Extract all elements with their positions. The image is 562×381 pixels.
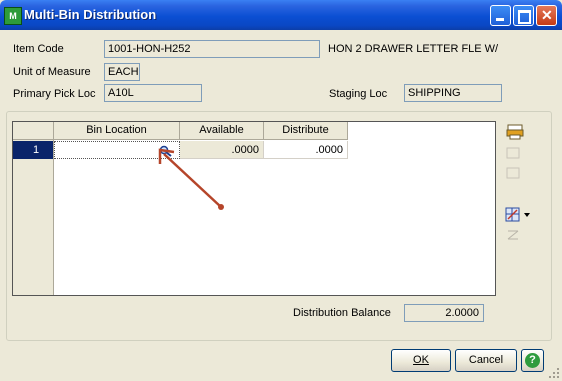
distribution-balance-value: 2.0000 bbox=[404, 304, 484, 322]
help-icon: ? bbox=[525, 353, 540, 368]
item-description: HON 2 DRAWER LETTER FLE W/ bbox=[328, 43, 499, 55]
grid-corner bbox=[13, 122, 53, 140]
item-code-field: 1001-HON-H252 bbox=[104, 40, 320, 58]
help-button[interactable]: ? bbox=[521, 349, 544, 372]
row-number[interactable]: 1 bbox=[13, 141, 53, 159]
distribute-cell[interactable]: .0000 bbox=[264, 141, 348, 159]
resize-grip-icon[interactable] bbox=[548, 367, 560, 379]
maximize-button[interactable] bbox=[513, 5, 534, 26]
cancel-button[interactable]: Cancel bbox=[455, 349, 517, 372]
item-code-label: Item Code bbox=[13, 43, 64, 55]
annotation-arrow bbox=[158, 148, 224, 210]
col-header-available[interactable]: Available bbox=[180, 122, 264, 140]
multi-bin-distribution-window: M Multi-Bin Distribution Item Code 1001-… bbox=[0, 0, 562, 381]
col-header-distribute[interactable]: Distribute bbox=[264, 122, 348, 140]
title-bar[interactable]: M Multi-Bin Distribution bbox=[0, 0, 562, 30]
app-icon: M bbox=[4, 7, 22, 25]
customize-icon[interactable] bbox=[505, 207, 531, 223]
uom-label: Unit of Measure bbox=[13, 66, 91, 78]
insert-row-icon bbox=[506, 147, 520, 159]
window-title: Multi-Bin Distribution bbox=[24, 7, 157, 22]
pick-loc-label: Primary Pick Loc bbox=[13, 88, 96, 100]
printer-icon[interactable] bbox=[506, 124, 524, 140]
bin-grid[interactable]: Bin Location Available Distribute 1 .000… bbox=[12, 121, 496, 296]
sort-icon bbox=[507, 230, 519, 240]
ok-button[interactable]: OK bbox=[391, 349, 451, 372]
distribution-balance-label: Distribution Balance bbox=[293, 307, 391, 319]
ok-button-label: OK bbox=[413, 354, 429, 366]
cancel-button-label: Cancel bbox=[468, 354, 504, 366]
uom-field: EACH bbox=[104, 63, 140, 81]
delete-row-icon bbox=[506, 167, 520, 179]
staging-loc-field: SHIPPING bbox=[404, 84, 502, 102]
minimize-button[interactable] bbox=[490, 5, 511, 26]
pick-loc-field: A10L bbox=[104, 84, 202, 102]
staging-loc-label: Staging Loc bbox=[329, 88, 388, 100]
col-header-bin-location[interactable]: Bin Location bbox=[54, 122, 180, 140]
close-button[interactable] bbox=[536, 5, 557, 26]
